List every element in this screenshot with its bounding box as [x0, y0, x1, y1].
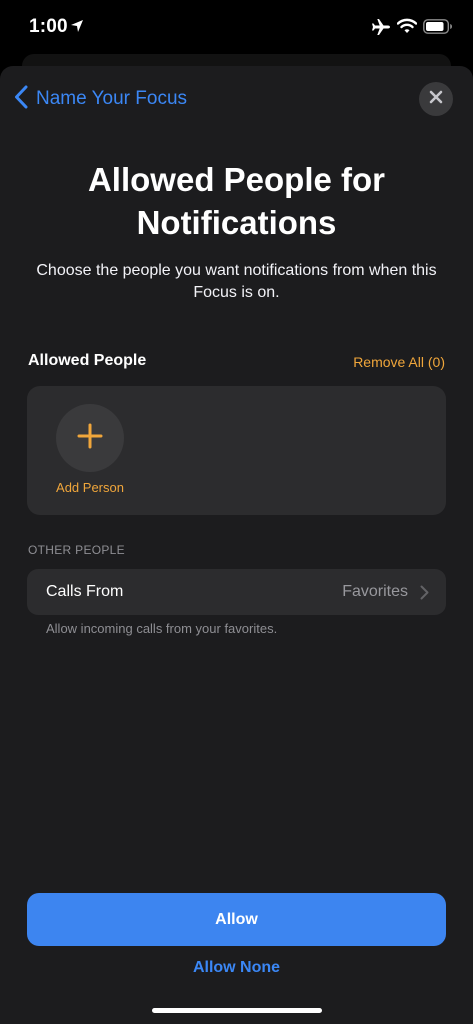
allow-none-button[interactable]: Allow None — [0, 959, 473, 977]
chevron-left-icon — [14, 85, 28, 114]
add-person-button[interactable] — [56, 404, 124, 472]
allow-button[interactable]: Allow — [27, 893, 446, 946]
wifi-icon — [396, 18, 418, 39]
other-people-header: OTHER PEOPLE — [28, 543, 125, 557]
location-arrow-icon — [70, 19, 84, 38]
close-button[interactable] — [419, 82, 453, 116]
remove-all-button[interactable]: Remove All (0) — [353, 354, 445, 370]
plus-icon — [77, 423, 103, 454]
back-button[interactable]: Name Your Focus — [14, 85, 188, 114]
calls-from-footer: Allow incoming calls from your favorites… — [46, 621, 278, 636]
airplane-icon — [371, 18, 391, 41]
allowed-people-label: Allowed People — [28, 352, 147, 369]
battery-icon — [423, 19, 453, 39]
calls-from-label: Calls From — [46, 583, 124, 600]
home-indicator[interactable] — [152, 1008, 322, 1013]
back-button-label: Name Your Focus — [36, 88, 188, 109]
calls-from-row[interactable]: Calls From Favorites — [27, 569, 446, 615]
page-subtitle: Choose the people you want notifications… — [36, 262, 437, 301]
calls-from-value: Favorites — [342, 583, 408, 600]
page-title: Allowed People for Notifications — [87, 161, 386, 241]
add-person-label[interactable]: Add Person — [45, 480, 135, 495]
status-bar: 1:00 — [0, 0, 473, 56]
allowed-people-card: Add Person — [27, 386, 446, 515]
status-time: 1:00 — [29, 16, 68, 37]
close-icon — [429, 90, 443, 109]
chevron-right-icon — [420, 585, 429, 605]
